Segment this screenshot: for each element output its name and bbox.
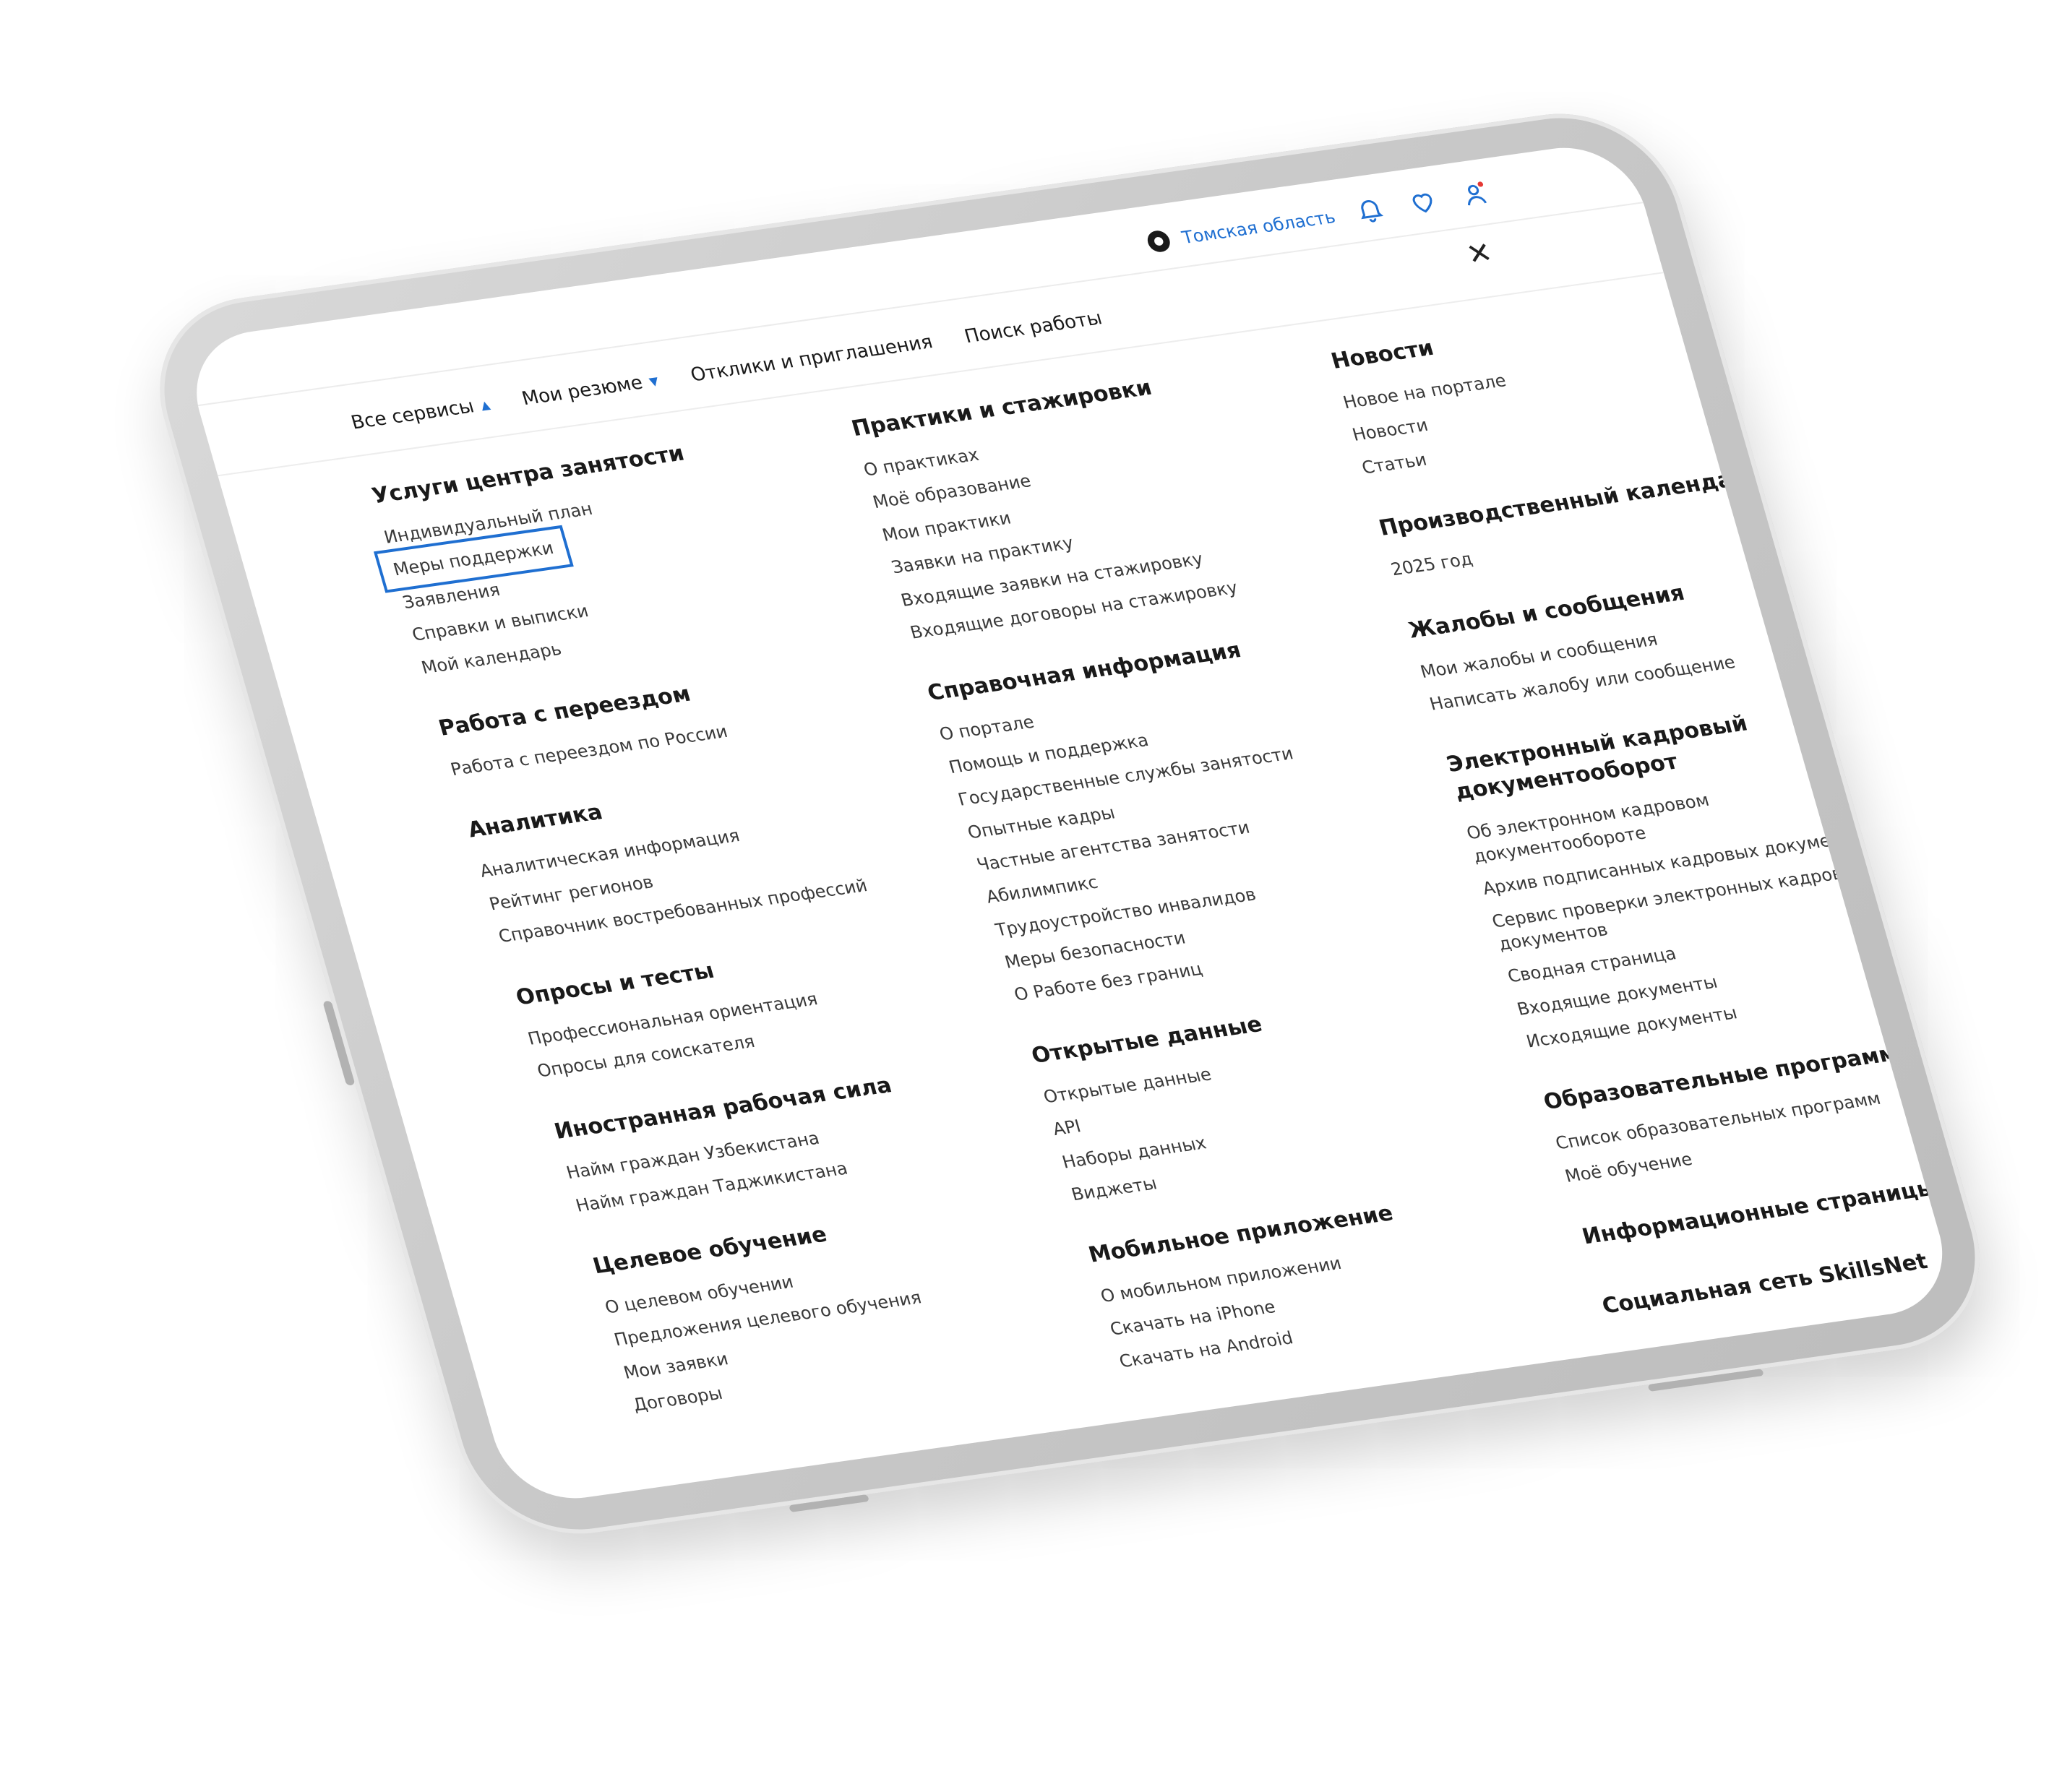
menu-group: Целевое обучение О целевом обучении Предло… (590, 1197, 1039, 1421)
menu-link[interactable]: 2025 год (1377, 541, 1487, 588)
user-icon[interactable] (1456, 177, 1496, 212)
heart-icon[interactable] (1403, 184, 1443, 220)
services-menu: Услуги центра занятости Индивидуальный пл… (369, 292, 1959, 1507)
chevron-down-icon: ▼ (647, 374, 661, 389)
nav-item-label: Поиск работы (962, 307, 1105, 348)
menu-group: Открытые данные Открытые данные API Наборы … (1028, 986, 1478, 1211)
chevron-up-icon: ▲ (478, 397, 491, 412)
menu-group: Опросы и тесты Профессиональная ориентаци… (512, 928, 943, 1087)
nav-item-label: Мои резюме (519, 371, 645, 410)
nav-item-3[interactable]: Поиск работы (962, 307, 1104, 348)
close-menu-button[interactable]: ✕ (1461, 236, 1498, 272)
nav-item-label: Отклики и приглашения (688, 331, 935, 387)
header-icons (1350, 177, 1496, 227)
menu-group: Работа с переездом Работа с переездом по … (435, 659, 856, 786)
menu-group: Справочная информация О портале Помощь и п… (924, 624, 1420, 1012)
location-icon (1145, 229, 1173, 254)
nav-item-label: Все сервисы (348, 395, 477, 434)
menu-group: Аналитика Аналитическая информация Рейтинг… (465, 761, 905, 953)
nav-item-0[interactable]: Все сервисы ▲ (348, 393, 492, 434)
menu-group: Мобильное приложение О мобильном приложен… (1086, 1186, 1526, 1378)
bell-icon[interactable] (1350, 191, 1391, 227)
menu-group-items: О практиках Моё образование Мои практики За… (859, 398, 1316, 650)
menu-group-items: О портале Помощь и поддержка Государственн… (935, 663, 1420, 1012)
region-label: Томская область (1180, 207, 1338, 248)
nav-item-1[interactable]: Мои резюме ▼ (520, 370, 661, 410)
menu-group: Практики и стажировки О практиках Моё обра… (849, 359, 1316, 650)
menu-group: Иностранная рабочая сила Найм граждан Узб… (551, 1062, 982, 1222)
menu-group: Услуги центра занятости Индивидуальный пл… (369, 426, 827, 684)
close-icon: ✕ (1463, 236, 1497, 272)
nav-item-2[interactable]: Отклики и приглашения (688, 331, 935, 386)
region-selector[interactable]: Томская область (1145, 206, 1338, 254)
tablet-device: Томская область ✕ Все сервисы ▲ Мои резю… (134, 100, 2006, 1548)
